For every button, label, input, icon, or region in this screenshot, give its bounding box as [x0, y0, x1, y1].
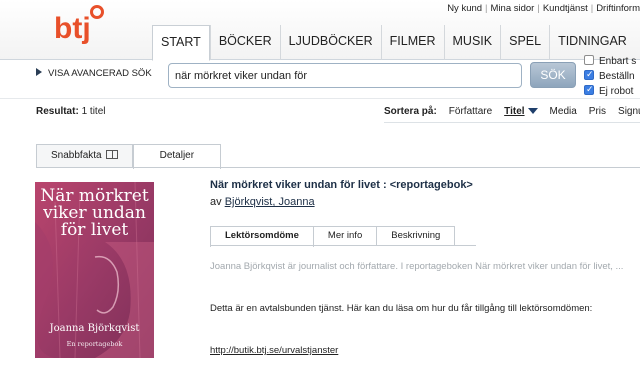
option-label: Beställn	[599, 71, 635, 82]
advanced-search-toggle[interactable]: VISA AVANCERAD SÖK	[36, 68, 152, 79]
book-author-line: av Björkqvist, Joanna	[210, 196, 315, 208]
header-bar: btj Ny kund | Mina sidor | Kundtjänst | Drifti…	[0, 0, 640, 61]
advanced-search-label: VISA AVANCERAD SÖK	[48, 68, 152, 79]
sort-bar: Sortera på: Författare Titel Media Pris …	[384, 106, 640, 117]
top-link-operations-info[interactable]: Driftinform	[596, 3, 640, 14]
btj-logo[interactable]: btj	[54, 4, 106, 48]
divider	[0, 98, 640, 99]
sort-title-wrap[interactable]: Titel	[504, 106, 538, 117]
tab-label: Snabbfakta	[51, 150, 102, 161]
sort-label: Sortera på:	[384, 106, 437, 117]
tab-reader-review[interactable]: Lektörsomdöme	[210, 226, 314, 247]
book-icon	[105, 150, 118, 159]
search-input[interactable]	[168, 63, 522, 88]
review-excerpt: Joanna Björkqvist är journalist och förf…	[210, 261, 624, 272]
option-label: Ej robot	[599, 86, 634, 97]
top-link-new-customer[interactable]: Ny kund	[447, 3, 482, 14]
main-nav: START BÖCKER LJUDBÖCKER FILMER MUSIK SPE…	[152, 25, 635, 61]
tab-description[interactable]: Beskrivning	[377, 226, 456, 246]
book-cover[interactable]: När mörkret viker undan för livet Joanna…	[35, 182, 154, 358]
nav-tab-audiobooks[interactable]: LJUDBÖCKER	[279, 25, 381, 60]
author-link[interactable]: Björkqvist, Joanna	[225, 196, 315, 208]
sort-author[interactable]: Författare	[449, 106, 492, 117]
top-link-customer-service[interactable]: Kundtjänst	[543, 3, 588, 14]
detail-tabs: Lektörsomdöme Mer info Beskrivning	[210, 226, 456, 247]
nav-tab-music[interactable]: MUSIK	[443, 25, 501, 60]
nav-tab-books[interactable]: BÖCKER	[209, 25, 280, 60]
checkbox-checked[interactable]	[584, 83, 594, 96]
checkbox-unchecked[interactable]	[584, 55, 594, 65]
tab-divider	[36, 167, 640, 168]
sort-media[interactable]: Media	[550, 106, 577, 117]
triangle-right-icon	[36, 68, 42, 76]
tab-quick-facts[interactable]: Snabbfakta	[36, 144, 133, 168]
results-count: Resultat: 1 titel	[36, 106, 105, 117]
nav-tab-films[interactable]: FILMER	[380, 25, 444, 60]
sort-signum[interactable]: Signu	[618, 106, 640, 117]
cover-author: Joanna Björkqvist	[49, 323, 140, 334]
detail-tab-divider	[210, 245, 476, 246]
results-label: Resultat:	[36, 106, 79, 117]
subscription-link[interactable]: http://butik.btj.se/urvalstjanster	[210, 345, 338, 356]
top-link-my-pages[interactable]: Mina sidor	[491, 3, 535, 14]
results-value: 1 titel	[81, 106, 106, 117]
view-tabs: Snabbfakta Detaljer	[36, 144, 222, 169]
option-label: Enbart s	[599, 56, 637, 67]
search-options: Enbart s Beställn Ej robot	[584, 55, 636, 100]
cover-title: När mörkret viker undan för livet	[40, 186, 149, 240]
cover-subtitle: En reportagebok	[66, 340, 123, 348]
search-button[interactable]: SÖK	[530, 62, 576, 88]
tab-details[interactable]: Detaljer	[132, 144, 222, 169]
book-title[interactable]: När mörkret viker undan för livet : <rep…	[210, 179, 473, 191]
logo-text: btj	[54, 12, 91, 45]
sort-title[interactable]: Titel	[504, 106, 524, 117]
top-links: Ny kund | Mina sidor | Kundtjänst | Driftinfor…	[447, 3, 640, 14]
checkbox-checked[interactable]	[584, 68, 594, 81]
author-prefix: av	[210, 196, 222, 208]
sort-divider	[384, 122, 640, 123]
nav-tab-start[interactable]: START	[152, 25, 210, 61]
subscription-notice: Detta är en avtalsbunden tjänst. Här kan…	[210, 303, 593, 314]
sort-price[interactable]: Pris	[589, 106, 606, 117]
caret-down-icon	[527, 108, 538, 114]
nav-tab-games[interactable]: SPEL	[500, 25, 549, 60]
tab-more-info[interactable]: Mer info	[313, 226, 378, 246]
